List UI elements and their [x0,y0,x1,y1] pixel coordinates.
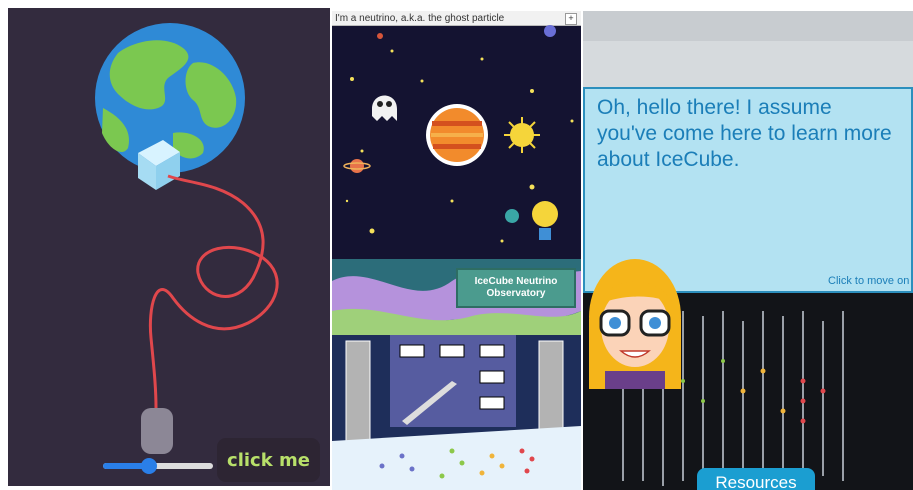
detector-lab [332,335,581,490]
resources-button[interactable]: Resources [697,468,815,490]
speech-text: Oh, hello there! I assume you've come he… [597,96,892,171]
guide-avatar [589,259,681,389]
earth-cord-panel: click me [8,8,330,486]
icecube-guide-panel: Oh, hello there! I assume you've come he… [583,11,913,490]
ringed-planet-icon [343,159,371,173]
comet-icon [544,25,556,37]
advance-hint[interactable]: Click to move on [828,275,909,287]
lightbulb-icon [532,201,558,240]
earth-small-icon [505,209,519,223]
asteroid-icon [377,33,383,39]
speed-slider[interactable] [103,458,213,474]
sun-icon [504,117,540,153]
ghost-icon [372,95,397,121]
mouse-icon [141,408,173,454]
icecube-banner-title: IceCube Neutrino Observatory [456,268,576,308]
click-me-button[interactable]: click me [217,438,320,482]
slider-thumb[interactable] [141,458,158,474]
space-scene [332,25,581,490]
neutrino-story-panel: I'm a neutrino, a.k.a. the ghost particl… [332,11,581,490]
mouse-cord [148,174,279,409]
jupiter-icon [426,104,488,166]
earth-scene [95,23,279,454]
